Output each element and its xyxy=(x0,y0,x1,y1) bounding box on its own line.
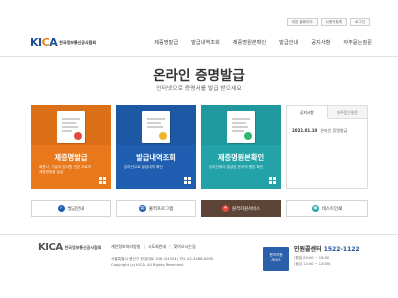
call-center-title: 민원콜센터 1522-1122 xyxy=(294,244,360,253)
certificate-icon xyxy=(142,111,170,143)
footer-link-directions[interactable]: 찾아오시는길 xyxy=(174,244,196,250)
footer-link-privacy[interactable]: 개인정보처리방침 xyxy=(111,244,140,250)
call-center-number: 1522-1122 xyxy=(323,246,360,253)
test-print-icon: ▣ xyxy=(311,205,319,212)
check-icon: ✓ xyxy=(57,205,65,212)
card-title: 제증명원본확인 xyxy=(217,153,265,162)
logo-text: 한국정보통신공사협회 xyxy=(59,39,97,45)
button-label: 출력프로그램 xyxy=(148,206,174,212)
document-icon xyxy=(57,111,85,143)
windows-icon xyxy=(184,177,191,184)
card-title: 발급내역조회 xyxy=(136,153,176,162)
footer-links: 개인정보처리방침 | 시도회안내 | 찾아오시는길 xyxy=(111,244,196,250)
card-description: 회원사, 기술자·감리원 관련 자료의 제증명원을 발급 xyxy=(39,165,91,174)
call-center-hours: (평일 09:00 ~ 18:00 (점심 12:00 ~ 13:00) xyxy=(294,256,331,266)
card-original-verify[interactable]: 제증명원본확인 온라인에서 발급된 문서의 원본 확인 xyxy=(201,105,281,189)
logo-mark: KICA xyxy=(30,36,58,49)
notice-tabs: 공지사항 자주묻는질문 xyxy=(287,106,367,119)
seal-icon xyxy=(74,132,82,140)
card-issue-history[interactable]: 발급내역조회 온라인으로 발급내역 확인 xyxy=(116,105,196,189)
nav-item-notice[interactable]: 공지사항 xyxy=(311,39,330,46)
windows-icon xyxy=(269,177,276,184)
button-label: 발급안내 xyxy=(67,206,85,212)
card-title: 제증명발급 xyxy=(54,153,88,162)
nav-item-faq[interactable]: 자주묻는질문 xyxy=(343,39,372,46)
footer-logo: KICA 한국정보통신공사협회 xyxy=(38,242,101,253)
page-subtitle: 인터넷으로 증명서를 발급 받으세요 xyxy=(156,86,242,92)
logo-mark: KICA xyxy=(38,242,63,253)
issue-guide-button[interactable]: ✓ 발급안내 xyxy=(31,200,111,217)
footer-divider xyxy=(0,234,398,235)
footer-link-branches[interactable]: 시도회안내 xyxy=(148,244,166,250)
check-seal-icon xyxy=(244,132,252,140)
utility-nav: 대표 홈페이지 사용자등록 로그인 xyxy=(286,18,370,26)
remote-support-button[interactable]: + 원격지원서비스 xyxy=(201,200,281,217)
card-certificate-issue[interactable]: 제증명발급 회원사, 기술자·감리원 관련 자료의 제증명원을 발급 xyxy=(31,105,111,189)
card-description: 온라인으로 발급내역 확인 xyxy=(124,165,163,169)
util-link-main-site[interactable]: 대표 홈페이지 xyxy=(286,18,318,26)
test-print-button[interactable]: ▣ 테스트인쇄 xyxy=(286,200,368,217)
tab-faq[interactable]: 자주묻는질문 xyxy=(327,106,367,119)
tab-notice[interactable]: 공지사항 xyxy=(287,106,328,119)
main-nav: 제증명발급 발급내역조회 제증명원본확인 발급안내 공지사항 자주묻는질문 xyxy=(154,39,372,46)
footer-address: 서울특별시 용산구 한강대로 308 (04334) TEL 02-3488-6… xyxy=(111,256,213,268)
util-link-register[interactable]: 사용자등록 xyxy=(320,18,348,26)
util-link-login[interactable]: 로그인 xyxy=(350,18,370,26)
header: KICA 한국정보통신공사협회 제증명발급 발급내역조회 제증명원본확인 발급안… xyxy=(30,34,372,54)
logo-text: 한국정보통신공사협회 xyxy=(64,244,102,250)
print-program-button[interactable]: ▤ 출력프로그램 xyxy=(116,200,196,217)
kica-logo[interactable]: KICA 한국정보통신공사협회 xyxy=(30,36,96,49)
print-icon: ▤ xyxy=(138,205,146,212)
notice-item[interactable]: 2021.01.10 온라인 증명발급 xyxy=(292,128,363,134)
nav-item-issue[interactable]: 제증명발급 xyxy=(154,39,178,46)
support-icon: + xyxy=(221,205,229,212)
button-label: 테스트인쇄 xyxy=(321,206,343,212)
verified-document-icon xyxy=(227,111,255,143)
card-description: 온라인에서 발급된 문서의 원본 확인 xyxy=(209,165,264,169)
nav-item-guide[interactable]: 발급안내 xyxy=(279,39,298,46)
notice-date: 2021.01.10 xyxy=(292,128,318,133)
copyright: Copyright (c) KICA. All Rights Reserved. xyxy=(111,263,185,267)
nav-item-verify[interactable]: 제증명원본확인 xyxy=(233,39,266,46)
remote-support-badge[interactable]: 원격지원 서비스 xyxy=(263,247,289,271)
button-label: 원격지원서비스 xyxy=(231,206,261,212)
notice-title: 온라인 증명발급 xyxy=(320,128,348,133)
badge-icon xyxy=(159,132,167,140)
header-divider xyxy=(0,56,398,57)
page-title: 온라인 증명발급 xyxy=(153,68,245,84)
call-center-label: 민원콜센터 xyxy=(294,246,322,253)
windows-icon xyxy=(99,177,106,184)
notice-panel: 공지사항 자주묻는질문 2021.01.10 온라인 증명발급 xyxy=(286,105,368,189)
nav-item-history[interactable]: 발급내역조회 xyxy=(191,39,220,46)
